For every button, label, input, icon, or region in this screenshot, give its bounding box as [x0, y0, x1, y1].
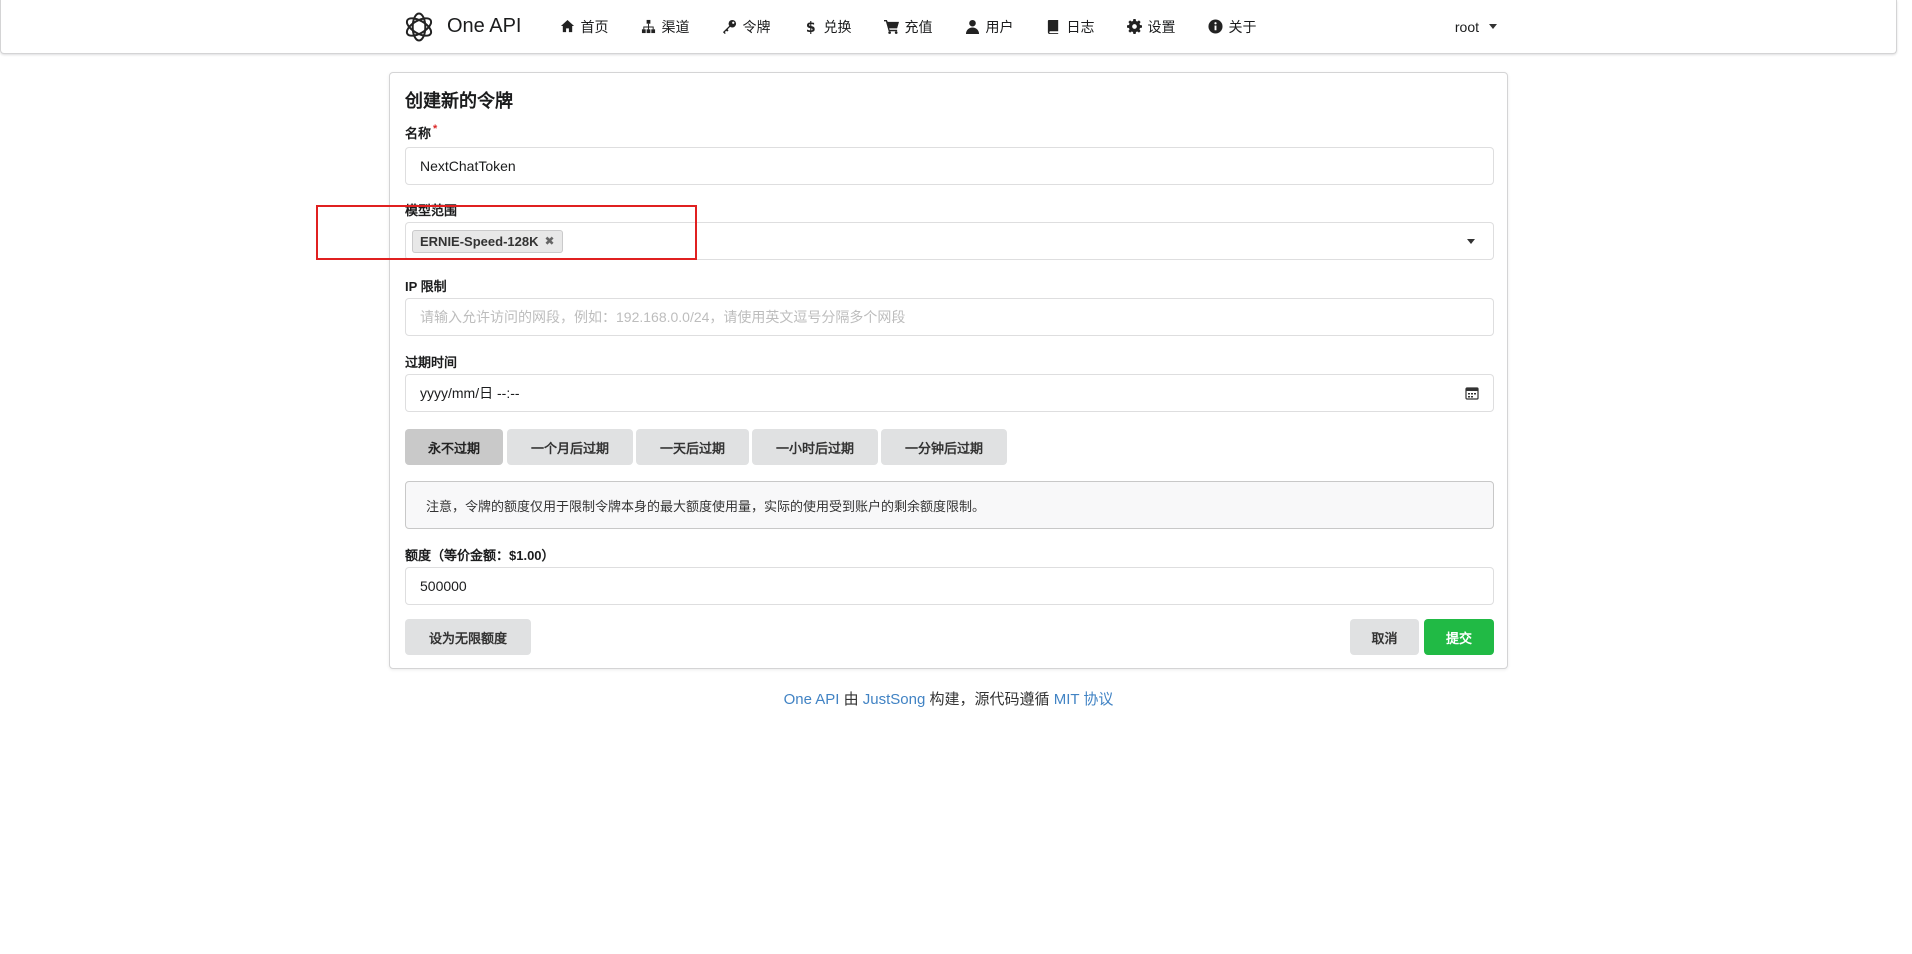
cart-icon	[883, 19, 899, 34]
sitemap-icon	[641, 19, 655, 34]
expire-one-day-button[interactable]: 一天后过期	[636, 429, 749, 465]
name-label: 名称 *	[405, 123, 437, 142]
key-icon	[722, 19, 736, 34]
expire-label: 过期时间	[405, 355, 458, 370]
top-navbar: One API 首页 渠道 令牌 $ 兑换 充值 用户 日志 设置 关于 roo…	[0, 0, 1897, 54]
username: root	[1454, 18, 1479, 35]
navbar-inner: One API 首页 渠道 令牌 $ 兑换 充值 用户 日志 设置 关于 roo…	[401, 0, 1511, 53]
nav-item-label: 令牌	[742, 18, 771, 35]
nav-item-about[interactable]: 关于	[1192, 0, 1273, 53]
required-marker: *	[433, 123, 438, 135]
footer: One API 由 JustSong 构建，源代码遵循 MIT 协议	[0, 688, 1897, 709]
user-menu[interactable]: root	[1455, 19, 1511, 35]
page-title: 创建新的令牌	[405, 91, 513, 111]
ip-input-placeholder: 请输入允许访问的网段，例如：192.168.0.0/24，请使用英文逗号分隔多个…	[420, 309, 906, 325]
quota-input[interactable]: 500000	[405, 567, 1494, 605]
book-icon	[1047, 19, 1058, 34]
user-icon	[965, 19, 979, 34]
expire-input-value: yyyy/mm/日 --:--	[420, 385, 520, 401]
nav-item-tokens[interactable]: 令牌	[706, 0, 787, 53]
set-unlimited-button[interactable]: 设为无限额度	[405, 619, 531, 655]
footer-license-link[interactable]: MIT 协议	[1054, 691, 1114, 708]
nav-item-home[interactable]: 首页	[544, 0, 625, 53]
expire-datetime-input[interactable]: yyyy/mm/日 --:--	[405, 374, 1494, 412]
gear-icon	[1126, 19, 1142, 34]
nav-item-topup[interactable]: 充值	[868, 0, 949, 53]
quota-input-value: 500000	[420, 578, 467, 594]
app-name: One API	[447, 15, 522, 37]
quota-label: 额度（等价金额：$1.00）	[405, 548, 555, 563]
nav-item-redeem[interactable]: $ 兑换	[787, 0, 868, 53]
name-label-text: 名称	[405, 126, 432, 141]
nav-item-settings[interactable]: 设置	[1111, 0, 1192, 53]
caret-down-icon	[1489, 24, 1497, 29]
highlight-annotation-box	[316, 205, 697, 260]
info-icon	[1207, 19, 1223, 34]
nav-item-logs[interactable]: 日志	[1030, 0, 1111, 53]
openai-logo-icon	[405, 12, 433, 41]
ip-label: IP 限制	[405, 279, 447, 294]
calendar-icon[interactable]	[1465, 386, 1479, 400]
footer-brand-link[interactable]: One API	[784, 691, 840, 708]
nav-item-label: 首页	[580, 18, 609, 35]
name-input[interactable]: NextChatToken	[405, 147, 1494, 185]
nav-item-channels[interactable]: 渠道	[625, 0, 706, 53]
nav-item-label: 用户	[985, 18, 1014, 35]
submit-button[interactable]: 提交	[1424, 619, 1494, 655]
footer-text-by: 由	[843, 691, 859, 708]
never-expire-button[interactable]: 永不过期	[405, 429, 503, 465]
quota-notice: 注意，令牌的额度仅用于限制令牌本身的最大额度使用量，实际的使用受到账户的剩余额度…	[405, 481, 1494, 529]
nav-item-users[interactable]: 用户	[949, 0, 1030, 53]
expire-one-hour-button[interactable]: 一小时后过期	[752, 429, 878, 465]
brand-link[interactable]: One API	[401, 9, 522, 45]
cancel-button[interactable]: 取消	[1350, 619, 1419, 655]
nav-item-label: 设置	[1147, 18, 1176, 35]
dollar-icon: $	[805, 20, 815, 34]
home-icon	[560, 19, 574, 33]
nav-item-label: 兑换	[823, 18, 852, 35]
footer-author-link[interactable]: JustSong	[863, 691, 926, 708]
nav-item-label: 关于	[1228, 18, 1257, 35]
nav-item-label: 充值	[904, 18, 933, 35]
name-input-value: NextChatToken	[420, 158, 516, 174]
expire-one-month-button[interactable]: 一个月后过期	[507, 429, 633, 465]
create-token-card: 创建新的令牌 名称 * NextChatToken 模型范围 ERNIE-Spee…	[389, 72, 1508, 669]
expire-one-minute-button[interactable]: 一分钟后过期	[881, 429, 1007, 465]
footer-text-built: 构建，源代码遵循	[929, 691, 1050, 708]
nav-item-label: 日志	[1066, 18, 1095, 35]
notice-text: 注意，令牌的额度仅用于限制令牌本身的最大额度使用量，实际的使用受到账户的剩余额度…	[426, 498, 986, 514]
svg-text:$: $	[805, 20, 815, 34]
dropdown-caret-icon[interactable]	[1467, 238, 1475, 244]
ip-input[interactable]: 请输入允许访问的网段，例如：192.168.0.0/24，请使用英文逗号分隔多个…	[405, 298, 1494, 336]
nav-item-label: 渠道	[661, 18, 690, 35]
